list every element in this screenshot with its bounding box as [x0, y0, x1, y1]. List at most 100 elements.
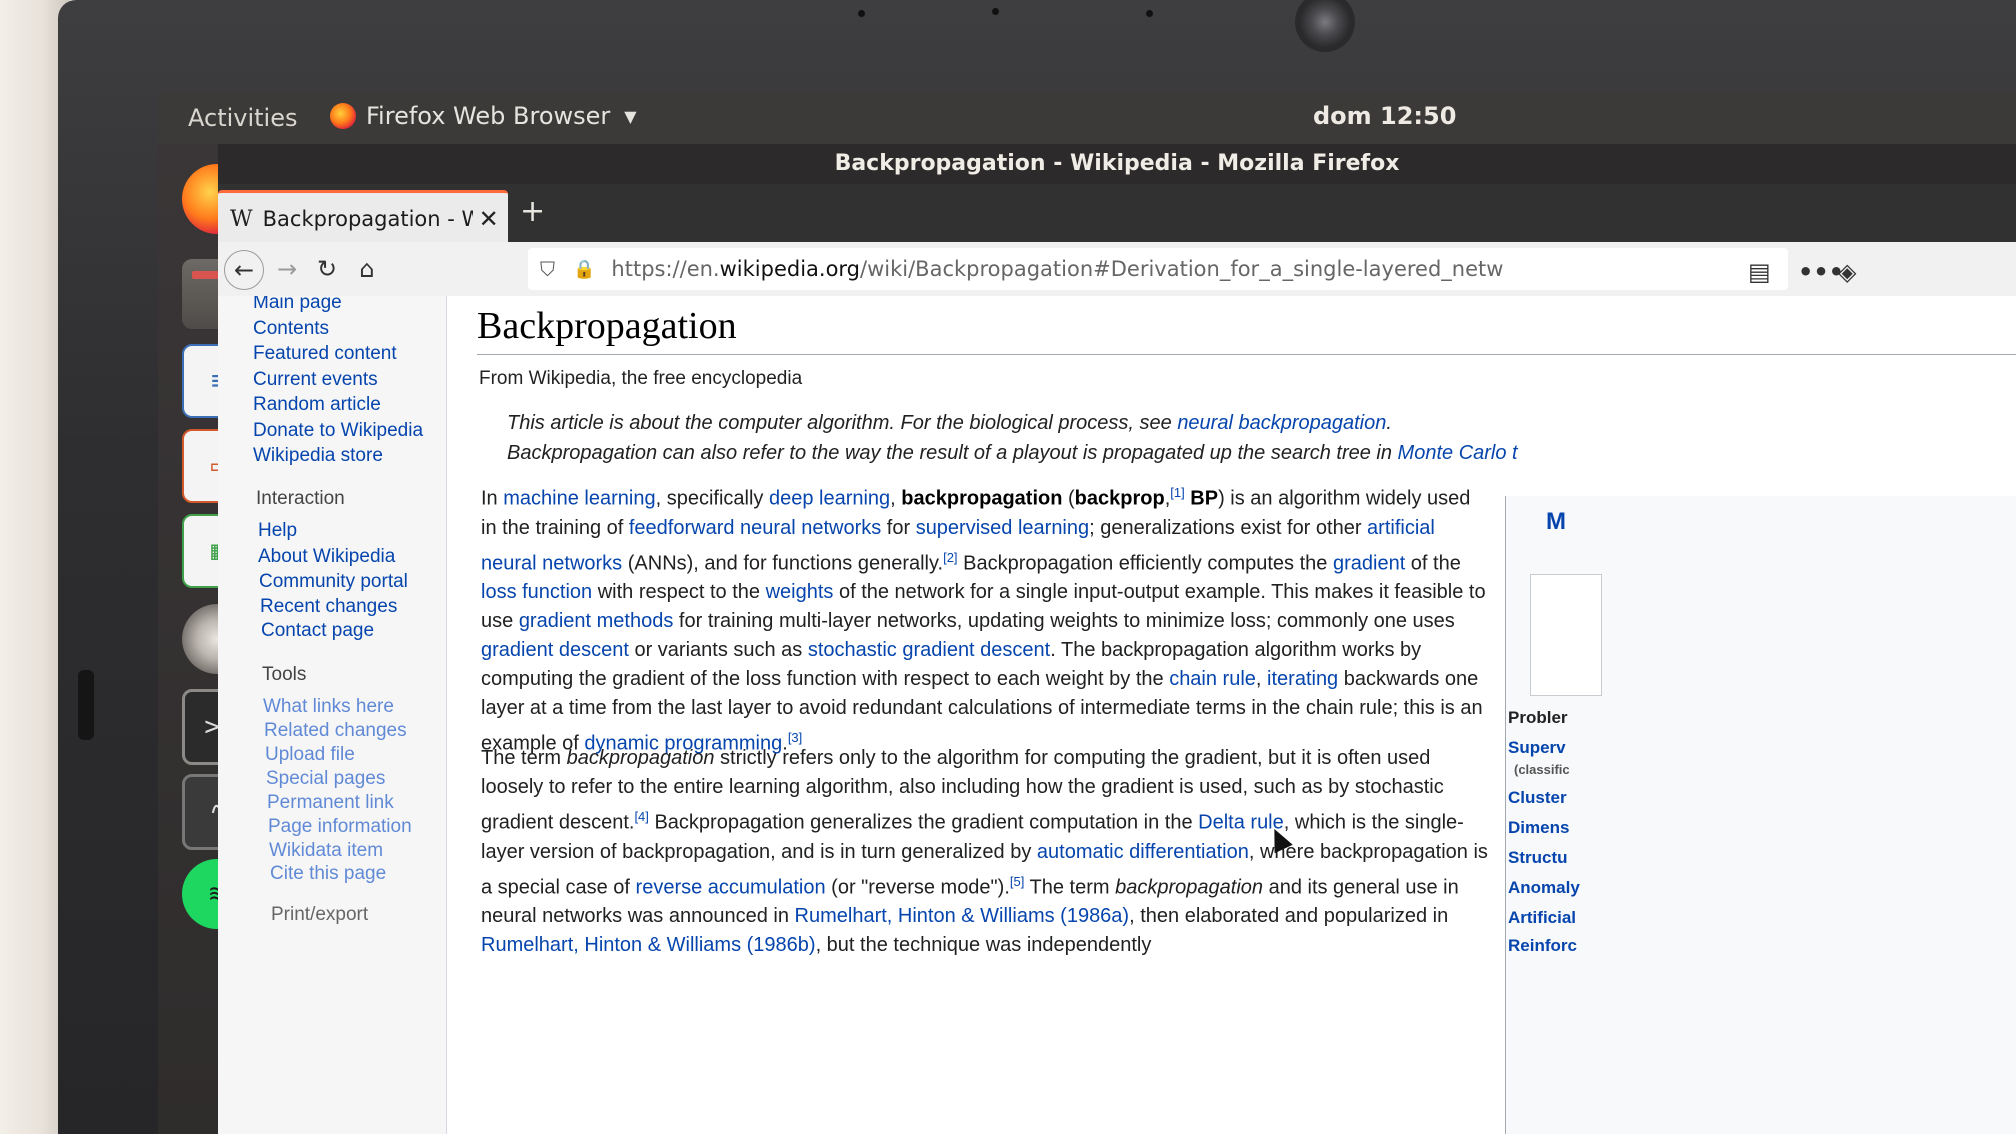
- chevron-down-icon: ▼: [624, 106, 637, 126]
- home-button[interactable]: ⌂: [348, 250, 386, 288]
- hatnote-link-monte-carlo[interactable]: Monte Carlo t: [1398, 442, 1518, 464]
- tab-strip: W Backpropagation - Wikip ✕ +: [218, 184, 2016, 245]
- infobox-item-dimensionality[interactable]: Dimens: [1508, 818, 1569, 838]
- link-iterating[interactable]: iterating: [1267, 668, 1338, 690]
- citation[interactable]: [1]: [1170, 485, 1184, 500]
- link-automatic-differentiation[interactable]: automatic differentiation: [1037, 841, 1249, 863]
- infobox-item-reinforcement[interactable]: Reinforc: [1508, 936, 1577, 956]
- app-menu-label: Firefox Web Browser: [366, 102, 611, 130]
- window-title: Backpropagation - Wikipedia - Mozilla Fi…: [218, 144, 2016, 184]
- web-page: Main page Contents Featured content Curr…: [218, 296, 2016, 1134]
- firefox-icon: [330, 103, 356, 129]
- new-tab-button[interactable]: +: [520, 194, 545, 229]
- link-deep-learning[interactable]: deep learning: [769, 488, 890, 510]
- sidebar-item-recent-changes[interactable]: Recent changes: [260, 596, 397, 618]
- infobox-item-supervised[interactable]: Superv: [1508, 738, 1566, 758]
- infobox-item-anomaly[interactable]: Anomaly: [1508, 878, 1580, 898]
- url-host: wikipedia.org: [719, 257, 861, 281]
- tab-title: Backpropagation - Wikip: [262, 207, 473, 231]
- sidebar-heading-print-export[interactable]: Print/export: [271, 904, 368, 926]
- link-gradient-methods[interactable]: gradient methods: [519, 610, 674, 632]
- link-stochastic-gradient-descent[interactable]: stochastic gradient descent: [808, 639, 1050, 661]
- link-rumelhart-1986b[interactable]: Rumelhart, Hinton & Williams (1986b): [481, 934, 816, 956]
- sidebar-item-main-page[interactable]: Main page: [253, 296, 342, 314]
- sidebar-item-contents[interactable]: Contents: [253, 318, 329, 340]
- sidebar-item-current-events[interactable]: Current events: [253, 369, 378, 391]
- activities-button[interactable]: Activities: [188, 104, 298, 132]
- pocket-icon[interactable]: ◈: [1838, 258, 1856, 286]
- sidebar-item-help[interactable]: Help: [258, 520, 297, 542]
- second-paragraph: The term backpropagation strictly refers…: [481, 747, 1488, 957]
- forward-button[interactable]: →: [268, 250, 306, 288]
- sidebar-item-related-changes[interactable]: Related changes: [264, 720, 407, 742]
- reader-view-icon[interactable]: ▤: [1748, 258, 1771, 286]
- link-loss-function[interactable]: loss function: [481, 581, 592, 603]
- intro-paragraph: In machine learning, specifically deep l…: [481, 485, 1486, 755]
- wikipedia-favicon-icon: W: [230, 206, 253, 232]
- sidebar-item-store[interactable]: Wikipedia store: [253, 445, 383, 467]
- hatnote-text: This article is about the computer algor…: [507, 412, 1178, 434]
- infobox-item-clustering[interactable]: Cluster: [1508, 788, 1567, 808]
- link-machine-learning[interactable]: machine learning: [503, 488, 655, 510]
- bezel-sensor-dot: [992, 8, 999, 15]
- infobox-subtext: (classific: [1514, 762, 1570, 777]
- sidebar-item-about[interactable]: About Wikipedia: [258, 546, 395, 568]
- infobox-image: [1530, 574, 1602, 696]
- sidebar-item-wikidata-item[interactable]: Wikidata item: [269, 840, 383, 862]
- article-content: Backpropagation From Wikipedia, the free…: [446, 296, 2016, 1134]
- lock-icon[interactable]: 🔒: [573, 259, 595, 280]
- sidebar-heading-tools: Tools: [262, 664, 307, 685]
- bezel-sensor-dot: [858, 10, 865, 17]
- sidebar-item-random-article[interactable]: Random article: [253, 394, 381, 416]
- sidebar-item-permanent-link[interactable]: Permanent link: [267, 792, 394, 814]
- infobox-ml-series: M Probler Superv (classific Cluster Dime…: [1505, 496, 2016, 1134]
- gnome-top-bar: Activities Firefox Web Browser ▼ dom 12:…: [158, 92, 2016, 144]
- sidebar-item-upload-file[interactable]: Upload file: [265, 744, 355, 766]
- url-text[interactable]: https://en.wikipedia.org/wiki/Backpropag…: [611, 257, 1611, 281]
- navigation-toolbar: ← → ↻ ⌂ ⛉ 🔒 https://en.wikipedia.org/wik…: [218, 242, 2016, 297]
- back-button[interactable]: ←: [224, 250, 264, 290]
- tracking-protection-icon[interactable]: ⛉: [540, 257, 555, 281]
- reload-button[interactable]: ↻: [308, 250, 346, 288]
- link-gradient-descent[interactable]: gradient descent: [481, 639, 629, 661]
- link-rumelhart-1986a[interactable]: Rumelhart, Hinton & Williams (1986a): [795, 905, 1130, 927]
- sidebar-item-cite-this-page[interactable]: Cite this page: [270, 863, 386, 885]
- tab-backpropagation[interactable]: W Backpropagation - Wikip ✕: [218, 190, 508, 245]
- hatnote-monte-carlo: Backpropagation can also refer to the wa…: [507, 442, 1518, 465]
- clock[interactable]: dom 12:50: [1313, 102, 1456, 130]
- infobox-heading: Probler: [1508, 708, 1568, 727]
- hatnote-biological: This article is about the computer algor…: [507, 412, 1392, 434]
- citation[interactable]: [4]: [634, 809, 648, 824]
- site-tagline: From Wikipedia, the free encyclopedia: [479, 368, 803, 389]
- sidebar-heading-interaction: Interaction: [256, 488, 345, 509]
- url-path: /wiki/Backpropagation#Derivation_for_a_s…: [860, 257, 1504, 281]
- hatnote-link-neural-backpropagation[interactable]: neural backpropagation: [1177, 412, 1386, 434]
- link-supervised-learning[interactable]: supervised learning: [916, 517, 1089, 539]
- sidebar-item-what-links-here[interactable]: What links here: [263, 696, 394, 718]
- close-icon[interactable]: ✕: [479, 205, 499, 233]
- link-weights[interactable]: weights: [766, 581, 834, 603]
- screen: Activities Firefox Web Browser ▼ dom 12:…: [158, 92, 2016, 1134]
- sidebar-item-contact[interactable]: Contact page: [261, 620, 374, 642]
- title-divider: [477, 354, 2016, 355]
- citation[interactable]: [5]: [1010, 874, 1024, 889]
- sidebar-item-community-portal[interactable]: Community portal: [259, 571, 408, 593]
- sidebar-item-featured-content[interactable]: Featured content: [253, 343, 397, 365]
- bezel-hinge: [78, 670, 94, 740]
- hatnote-text: Backpropagation can also refer to the wa…: [507, 442, 1398, 464]
- sidebar-item-donate[interactable]: Donate to Wikipedia: [253, 420, 423, 442]
- app-menu[interactable]: Firefox Web Browser ▼: [330, 102, 637, 130]
- sidebar-item-page-information[interactable]: Page information: [268, 816, 412, 838]
- bezel-sensor-dot: [1146, 10, 1153, 17]
- link-gradient[interactable]: gradient: [1333, 552, 1405, 574]
- infobox-title[interactable]: M: [1546, 508, 1566, 536]
- link-reverse-accumulation[interactable]: reverse accumulation: [636, 876, 826, 898]
- sidebar-item-special-pages[interactable]: Special pages: [266, 768, 385, 790]
- infobox-item-artificial[interactable]: Artificial: [1508, 908, 1576, 928]
- page-title: Backpropagation: [477, 305, 737, 347]
- url-bar[interactable]: ⛉ 🔒 https://en.wikipedia.org/wiki/Backpr…: [528, 248, 1856, 290]
- infobox-item-structured[interactable]: Structu: [1508, 848, 1568, 868]
- link-chain-rule[interactable]: chain rule: [1169, 668, 1256, 690]
- citation[interactable]: [2]: [943, 550, 957, 565]
- link-feedforward-neural-networks[interactable]: feedforward neural networks: [629, 517, 881, 539]
